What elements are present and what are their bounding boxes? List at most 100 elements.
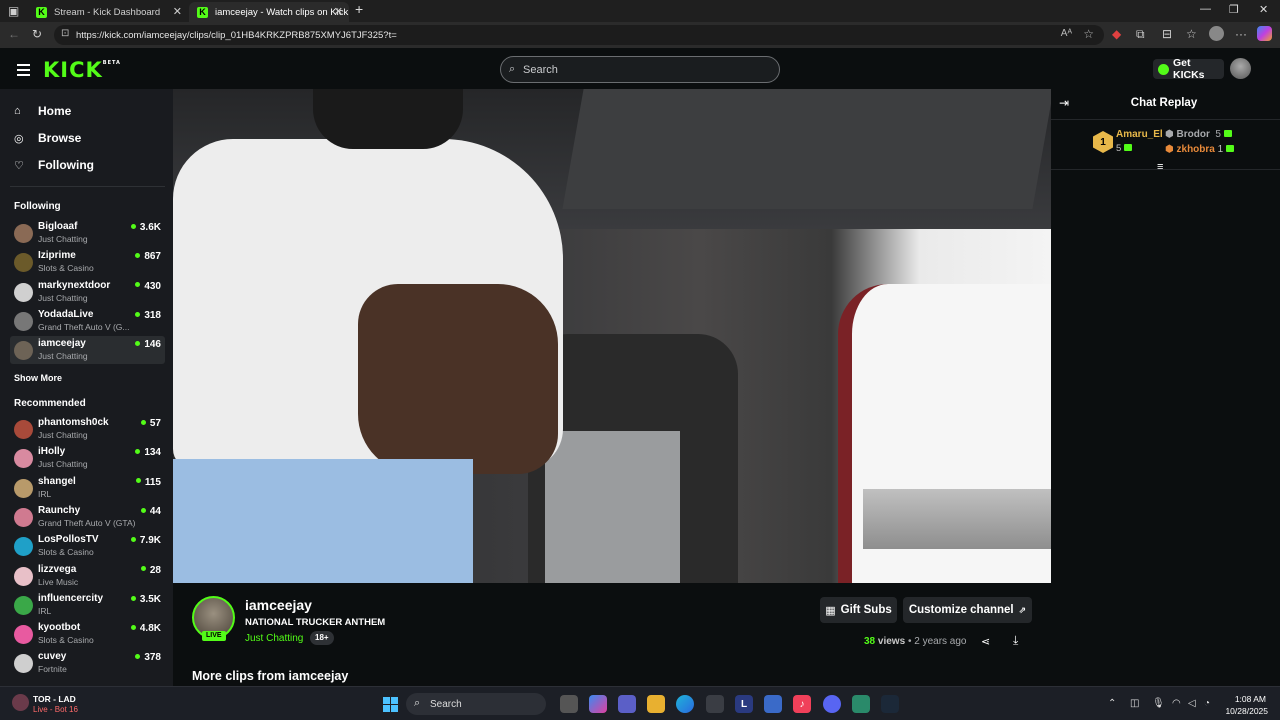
clock-date[interactable]: 10/28/2025 [1220, 706, 1268, 716]
live-dot-icon [135, 311, 141, 317]
sidebar-channel-item[interactable]: phantomsh0ck Just Chatting 57 [10, 415, 165, 443]
sidebar-channel-item[interactable]: markynextdoor Just Chatting 430 [10, 278, 165, 306]
gifter-count: 1 [1217, 144, 1224, 155]
search-input[interactable]: ⌕ Search [500, 56, 780, 83]
viewer-count-value: 378 [144, 652, 161, 664]
tab-watch-clips[interactable]: K iamceejay - Watch clips on Kick ✕ [189, 2, 349, 22]
channel-name: iHolly [38, 446, 66, 458]
steam-icon[interactable] [881, 695, 899, 713]
site-header: KICKBETA ⌕ Search Get KICKs [0, 50, 1280, 89]
download-icon[interactable]: ⤓ [1013, 633, 1018, 648]
app-icon[interactable] [764, 695, 782, 713]
tray-chevron-icon[interactable]: ⌃ [1108, 698, 1116, 709]
clip-video-player[interactable] [173, 89, 1051, 583]
close-tab-icon[interactable]: ✕ [334, 5, 343, 18]
windows-start-icon[interactable] [381, 695, 399, 713]
sidebar-channel-item[interactable]: lizzvega Live Music 28 [10, 562, 165, 590]
profile-avatar-icon[interactable] [1209, 26, 1224, 41]
age-rating-badge: 18+ [310, 631, 334, 645]
gift-subs-button[interactable]: ▦ Gift Subs [820, 597, 897, 623]
gift-icon [1123, 144, 1132, 151]
channel-category: Slots & Casino [38, 547, 94, 558]
channel-name[interactable]: iamceejay [245, 597, 312, 613]
weather-widget-icon[interactable] [12, 694, 29, 711]
gifter-row-2[interactable]: ⬢ Brodor 5 [1165, 129, 1232, 140]
tab-kick-dashboard[interactable]: K Stream - Kick Dashboard ✕ [28, 2, 188, 22]
top-gifter-name[interactable]: Amaru_El [1116, 129, 1163, 140]
channel-category: Grand Theft Auto V (GTA) [38, 517, 136, 528]
channel-avatar [14, 566, 33, 586]
nav-browse[interactable]: ◎ Browse [14, 131, 81, 145]
menu-hamburger-icon[interactable] [17, 64, 30, 76]
tab-actions-icon[interactable]: ▣ [8, 4, 19, 18]
video-window-scenery [863, 489, 1051, 549]
notifications-icon[interactable]: ◔ [1204, 698, 1210, 709]
sidebar-channel-item[interactable]: LosPollosTV Slots & Casino 7.9K [10, 532, 165, 560]
customize-channel-button[interactable]: Customize channel ⇗ [903, 597, 1032, 623]
sidebar-channel-item[interactable]: Raunchy Grand Theft Auto V (GTA) 44 [10, 503, 165, 531]
sidebar-channel-item[interactable]: cuvey Fortnite 378 [10, 649, 165, 677]
channel-category: IRL [38, 488, 52, 499]
copilot-icon[interactable] [1257, 26, 1272, 41]
teams-icon[interactable] [618, 695, 636, 713]
wifi-icon[interactable]: ◠ [1172, 698, 1181, 709]
show-more-link[interactable]: Show More [14, 373, 62, 383]
back-icon[interactable]: ← [8, 27, 20, 41]
clip-category-link[interactable]: Just Chatting [245, 633, 303, 644]
app-icon[interactable] [852, 695, 870, 713]
clock-time[interactable]: 1:08 AM [1220, 694, 1266, 704]
sidebar-channel-item[interactable]: YodadaLive Grand Theft Auto V (G... 318 [10, 307, 165, 335]
read-aloud-icon[interactable]: Aᴬ [1061, 28, 1072, 39]
edge-browser-icon[interactable] [676, 695, 694, 713]
sidebar-channel-item[interactable]: Bigloaaf Just Chatting 3.6K [10, 219, 165, 247]
task-view-icon[interactable] [560, 695, 578, 713]
close-window-icon[interactable]: ✕ [1259, 3, 1268, 16]
viewer-count: 430 [135, 281, 161, 292]
expand-leaderboard-icon[interactable]: ≡ [1157, 161, 1163, 173]
file-explorer-icon[interactable] [647, 695, 665, 713]
discord-icon[interactable] [823, 695, 841, 713]
sidebar-channel-item[interactable]: kyootbot Slots & Casino 4.8K [10, 620, 165, 648]
close-tab-icon[interactable]: ✕ [173, 5, 182, 18]
refresh-icon[interactable]: ↻ [32, 27, 42, 41]
sidebar-channel-item[interactable]: influencercity IRL 3.5K [10, 591, 165, 619]
taskbar-search-box[interactable]: ⌕ Search [406, 693, 546, 715]
lightroom-icon[interactable]: L [735, 695, 753, 713]
viewer-count-value: 28 [149, 564, 161, 576]
split-screen-icon[interactable]: ⊟ [1162, 27, 1172, 41]
store-icon[interactable] [706, 695, 724, 713]
site-info-icon[interactable]: ⊡ [61, 28, 69, 39]
kick-logo[interactable]: KICKBETA [43, 58, 121, 82]
gift-subs-label: Gift Subs [840, 604, 892, 616]
tray-app-icon[interactable]: ◫ [1130, 698, 1139, 709]
volume-icon[interactable]: ◁ [1188, 698, 1196, 709]
channel-category: Just Chatting [38, 430, 88, 440]
copilot-app-icon[interactable] [589, 695, 607, 713]
sidebar-channel-item[interactable]: iHolly Just Chatting 134 [10, 444, 165, 472]
minimize-icon[interactable]: — [1200, 3, 1211, 15]
address-bar-row: ← ↻ ⊡ https://kick.com/iamceejay/clips/c… [0, 22, 1280, 48]
sidebar-channel-item[interactable]: shangel IRL 115 [10, 474, 165, 502]
user-avatar[interactable] [1230, 58, 1251, 79]
live-dot-icon [135, 654, 141, 660]
extensions-icon[interactable]: ⧉ [1136, 27, 1145, 42]
sidebar-channel-item[interactable]: Iziprime Slots & Casino 867 [10, 248, 165, 276]
nav-following[interactable]: ♡ Following [14, 158, 94, 172]
microphone-icon[interactable]: 🎙︎ [1152, 698, 1165, 709]
channel-name: influencercity [38, 592, 104, 604]
channel-name: Iziprime [38, 250, 76, 262]
nav-home[interactable]: ⌂ Home [14, 104, 71, 118]
favorite-star-icon[interactable]: ☆ [1083, 27, 1094, 41]
more-menu-icon[interactable]: ··· [1235, 27, 1247, 41]
widget-title[interactable]: TOR - LAD [33, 694, 76, 704]
favorites-icon[interactable]: ☆ [1186, 27, 1197, 41]
music-app-icon[interactable]: ♪ [793, 695, 811, 713]
get-kicks-button[interactable]: Get KICKs [1153, 57, 1224, 81]
gifter-row-3[interactable]: ⬢ zkhobra 1 [1165, 144, 1234, 155]
url-field[interactable]: ⊡ https://kick.com/iamceejay/clips/clip_… [54, 25, 1104, 45]
share-icon[interactable]: ⋖ [981, 635, 990, 648]
sidebar-channel-item[interactable]: iamceejay Just Chatting 146 [10, 336, 165, 365]
ublock-extension-icon[interactable]: ◆ [1112, 27, 1121, 41]
maximize-icon[interactable]: ❐ [1229, 3, 1239, 16]
new-tab-icon[interactable]: + [355, 1, 363, 17]
